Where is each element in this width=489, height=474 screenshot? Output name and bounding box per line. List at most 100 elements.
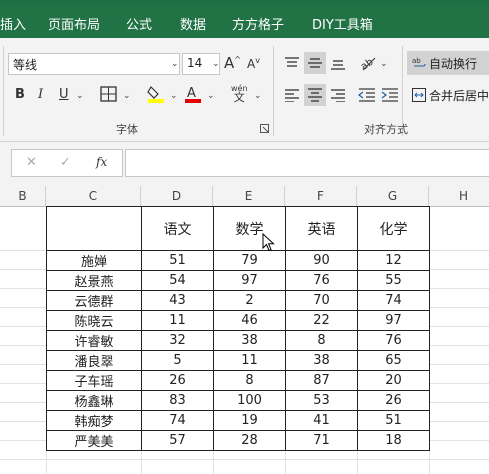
table-cell[interactable]: 97 [213,270,286,291]
table-cell[interactable]: 5 [141,350,214,371]
chevron-down-icon[interactable]: ⌄ [207,91,215,101]
table-cell[interactable]: 12 [357,250,430,271]
table-cell[interactable]: 54 [141,270,214,291]
insert-function-icon[interactable]: fx [96,155,107,169]
column-header-c[interactable]: C [46,186,141,207]
table-cell[interactable]: 32 [141,330,214,351]
menu-page-layout[interactable]: 页面布局 [48,14,100,33]
table-cell[interactable] [46,206,142,251]
table-cell[interactable]: 26 [357,390,430,411]
table-cell[interactable]: 41 [285,410,358,431]
wrap-text-button[interactable]: ab 自动换行 [407,51,489,75]
menu-formulas[interactable]: 公式 [126,14,152,33]
table-cell[interactable]: 51 [141,250,214,271]
table-cell[interactable]: 2 [213,290,286,311]
table-cell[interactable]: 26 [141,370,214,391]
table-cell[interactable]: 11 [213,350,286,371]
table-cell[interactable]: 70 [285,290,358,311]
table-header-cell[interactable]: 化学 [357,206,430,251]
dialog-launcher-icon[interactable] [260,124,269,133]
chevron-down-icon[interactable]: ⌄ [170,91,178,101]
enter-icon[interactable]: ✓ [60,155,71,170]
table-cell[interactable]: 55 [357,270,430,291]
table-cell[interactable]: 子车瑶 [46,370,142,391]
merge-center-button[interactable]: 合并后居中 [407,83,489,107]
column-header-h[interactable]: H [429,186,489,207]
table-cell[interactable]: 38 [213,330,286,351]
table-cell[interactable]: 74 [141,410,214,431]
borders-icon[interactable] [100,86,118,102]
phonetic-guide-button[interactable]: wén 文 [231,84,248,103]
grow-font-button[interactable]: A^ [224,54,241,72]
column-header-g[interactable]: G [357,186,429,207]
align-left-icon[interactable] [284,88,300,102]
table-cell[interactable]: 97 [357,310,430,331]
table-cell[interactable]: 38 [285,350,358,371]
table-cell[interactable]: 严美美 [46,430,142,451]
bold-button[interactable]: B [15,87,25,102]
table-cell[interactable]: 许睿敏 [46,330,142,351]
menu-fangfang[interactable]: 方方格子 [232,14,284,33]
align-center-button[interactable] [304,84,326,106]
table-cell[interactable]: 19 [213,410,286,431]
menu-data[interactable]: 数据 [180,14,206,33]
table-cell[interactable]: 8 [285,330,358,351]
table-cell[interactable]: 陈晓云 [46,310,142,331]
fill-color-icon[interactable] [147,84,165,104]
chevron-down-icon[interactable]: ⌄ [212,59,220,69]
chevron-down-icon[interactable]: ⌄ [76,91,84,101]
table-cell[interactable]: 11 [141,310,214,331]
table-cell[interactable]: 杨鑫琳 [46,390,142,411]
chevron-down-icon[interactable]: ⌄ [380,59,388,69]
column-header-f[interactable]: F [285,186,357,207]
align-right-icon[interactable] [330,88,346,102]
column-header-e[interactable]: E [213,186,285,207]
menu-diy-toolbox[interactable]: DIY工具箱 [312,14,373,33]
orientation-icon[interactable]: ab [359,54,377,72]
table-cell[interactable]: 28 [213,430,286,451]
italic-button[interactable]: I [38,87,43,102]
table-cell[interactable]: 57 [141,430,214,451]
font-color-icon[interactable]: A [184,84,202,104]
table-cell[interactable]: 100 [213,390,286,411]
table-cell[interactable]: 87 [285,370,358,391]
table-cell[interactable]: 79 [213,250,286,271]
table-cell[interactable]: 76 [285,270,358,291]
table-cell[interactable]: 20 [357,370,430,391]
formula-input[interactable] [125,149,489,177]
column-header-d[interactable]: D [141,186,213,207]
table-cell[interactable]: 潘良翠 [46,350,142,371]
table-cell[interactable]: 8 [213,370,286,391]
decrease-indent-icon[interactable] [358,88,376,102]
table-cell[interactable]: 74 [357,290,430,311]
table-cell[interactable]: 云德群 [46,290,142,311]
underline-button[interactable]: U [59,87,69,102]
table-cell[interactable]: 韩痴梦 [46,410,142,431]
cancel-icon[interactable]: ✕ [26,155,37,170]
align-middle-button[interactable] [304,52,326,74]
table-header-cell[interactable]: 语文 [141,206,214,251]
table-cell[interactable]: 90 [285,250,358,271]
table-cell[interactable]: 65 [357,350,430,371]
chevron-down-icon[interactable]: ⌄ [254,91,262,101]
table-header-cell[interactable]: 英语 [285,206,358,251]
table-cell[interactable]: 施婵 [46,250,142,271]
table-cell[interactable]: 76 [357,330,430,351]
table-cell[interactable]: 22 [285,310,358,331]
align-bottom-icon[interactable] [330,57,346,71]
increase-indent-icon[interactable] [381,88,399,102]
table-cell[interactable]: 18 [357,430,430,451]
table-cell[interactable]: 43 [141,290,214,311]
chevron-down-icon[interactable]: ⌄ [171,59,179,69]
table-cell[interactable]: 46 [213,310,286,331]
menu-insert[interactable]: 插入 [0,14,26,33]
column-header-b[interactable]: B [0,186,46,207]
shrink-font-button[interactable]: Av [247,56,260,71]
table-cell[interactable]: 赵景燕 [46,270,142,291]
align-top-icon[interactable] [284,57,300,71]
chevron-down-icon[interactable]: ⌄ [123,91,131,101]
table-cell[interactable]: 83 [141,390,214,411]
table-cell[interactable]: 53 [285,390,358,411]
font-name-select[interactable]: 等线 [8,53,180,75]
table-cell[interactable]: 51 [357,410,430,431]
